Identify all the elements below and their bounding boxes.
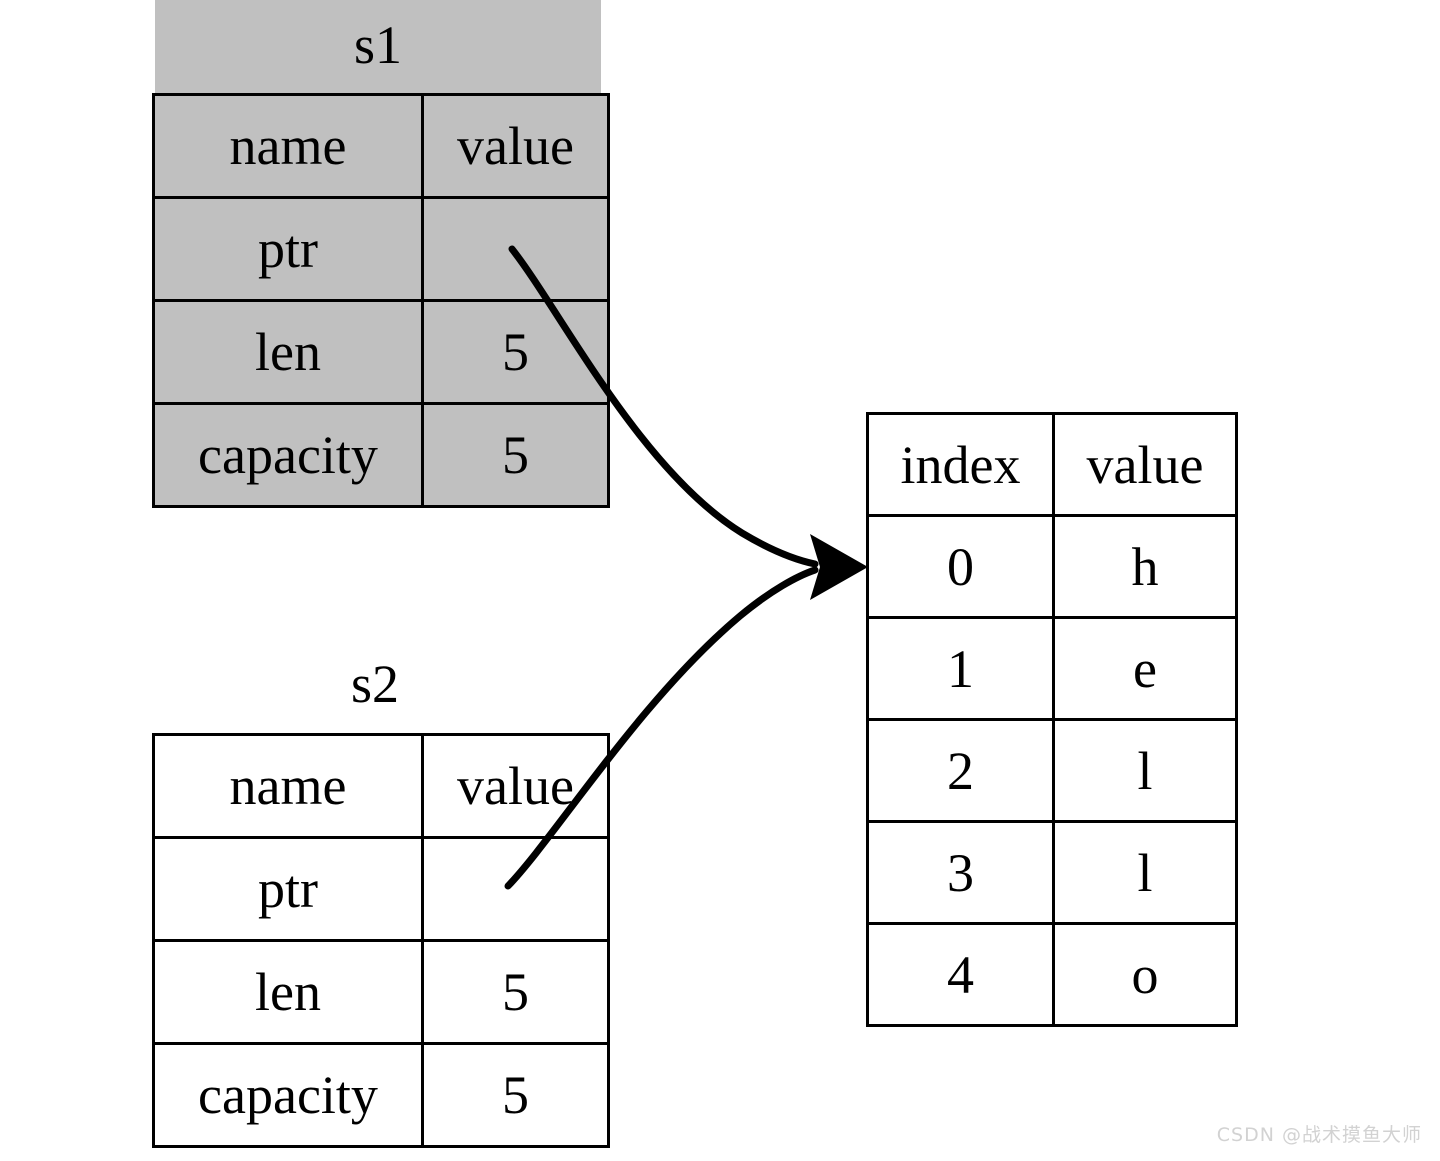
s2-cell-value-capacity: 5 (421, 1042, 610, 1148)
s2-header-value: value (421, 733, 610, 839)
s2-cell-name-ptr: ptr (152, 836, 424, 942)
heap-cell-value-4: o (1052, 922, 1238, 1027)
s1-cell-value-capacity: 5 (421, 402, 610, 508)
s2-caption: s2 (350, 654, 399, 714)
heap-buffer-table: index value 0 h 1 e 2 l 3 l 4 o (866, 412, 1238, 1027)
heap-cell-value-3: l (1052, 820, 1238, 925)
s1-caption: s1 (353, 15, 402, 75)
heap-cell-index-0: 0 (866, 514, 1055, 619)
heap-header-row: index value (866, 412, 1238, 517)
s2-row-capacity: capacity 5 (152, 1042, 610, 1148)
s2-struct-table: name value ptr len 5 capacity 5 (152, 733, 610, 1148)
heap-row-3: 3 l (866, 820, 1238, 925)
heap-cell-index-4: 4 (866, 922, 1055, 1027)
s2-cell-name-len: len (152, 939, 424, 1045)
s1-row-ptr: ptr (152, 196, 610, 302)
csdn-watermark: CSDN @战术摸鱼大师 (1216, 1124, 1422, 1146)
s2-header-row: name value (152, 733, 610, 839)
heap-cell-index-1: 1 (866, 616, 1055, 721)
heap-row-0: 0 h (866, 514, 1238, 619)
s2-row-ptr: ptr (152, 836, 610, 942)
diagram-canvas: s1 name value ptr len 5 capacity 5 s2 na… (0, 0, 1440, 1161)
heap-cell-value-1: e (1052, 616, 1238, 721)
s1-row-len: len 5 (152, 299, 610, 405)
s2-cell-value-len: 5 (421, 939, 610, 1045)
heap-row-4: 4 o (866, 922, 1238, 1027)
heap-cell-index-3: 3 (866, 820, 1055, 925)
heap-cell-value-2: l (1052, 718, 1238, 823)
s1-header-row: name value (152, 93, 610, 199)
s1-cell-name-capacity: capacity (152, 402, 424, 508)
s1-row-capacity: capacity 5 (152, 402, 610, 508)
heap-cell-value-0: h (1052, 514, 1238, 619)
s1-cell-value-ptr (421, 196, 610, 302)
heap-row-1: 1 e (866, 616, 1238, 721)
heap-cell-index-2: 2 (866, 718, 1055, 823)
s2-cell-value-ptr (421, 836, 610, 942)
s1-cell-value-len: 5 (421, 299, 610, 405)
s1-struct-table: name value ptr len 5 capacity 5 (152, 93, 610, 508)
s1-header-name: name (152, 93, 424, 199)
heap-row-2: 2 l (866, 718, 1238, 823)
s1-cell-name-ptr: ptr (152, 196, 424, 302)
heap-header-value: value (1052, 412, 1238, 517)
s2-cell-name-capacity: capacity (152, 1042, 424, 1148)
heap-arrowhead-icon (810, 534, 868, 600)
s1-header-value: value (421, 93, 610, 199)
s2-row-len: len 5 (152, 939, 610, 1045)
s2-header-name: name (152, 733, 424, 839)
s1-cell-name-len: len (152, 299, 424, 405)
heap-header-index: index (866, 412, 1055, 517)
